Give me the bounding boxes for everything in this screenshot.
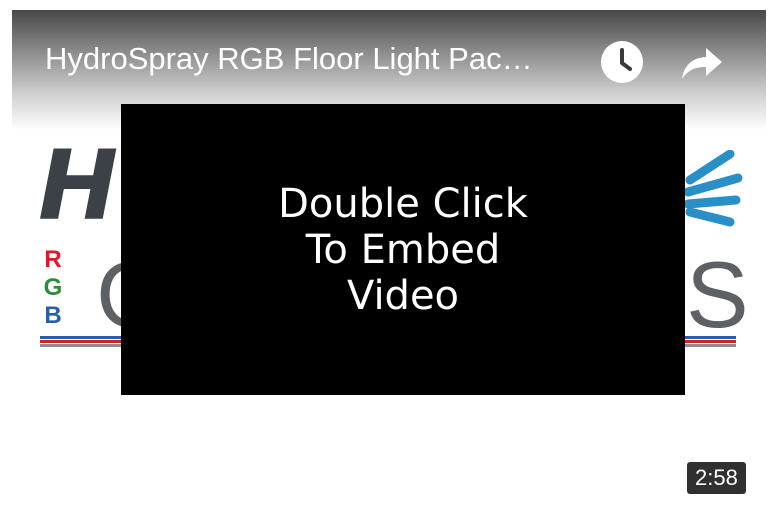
watch-later-button[interactable] — [600, 40, 644, 84]
rgb-letters: R G B — [40, 246, 66, 330]
logo-partial-s: S — [686, 242, 749, 347]
rgb-letter-b: B — [44, 302, 62, 329]
embed-instruction: Double Click To Embed Video — [278, 180, 528, 319]
clock-icon — [601, 41, 643, 83]
video-player[interactable]: HY R G B G S HydroSpray RGB Floor Light … — [12, 10, 766, 496]
share-arrow-icon — [682, 48, 722, 79]
duration-badge: 2:58 — [687, 462, 746, 494]
share-button[interactable] — [680, 40, 724, 84]
embed-overlay[interactable]: Double Click To Embed Video — [121, 104, 685, 395]
video-title[interactable]: HydroSpray RGB Floor Light Pac… — [45, 40, 585, 78]
rgb-letter-g: G — [43, 274, 63, 301]
rgb-letter-r: R — [44, 246, 62, 273]
